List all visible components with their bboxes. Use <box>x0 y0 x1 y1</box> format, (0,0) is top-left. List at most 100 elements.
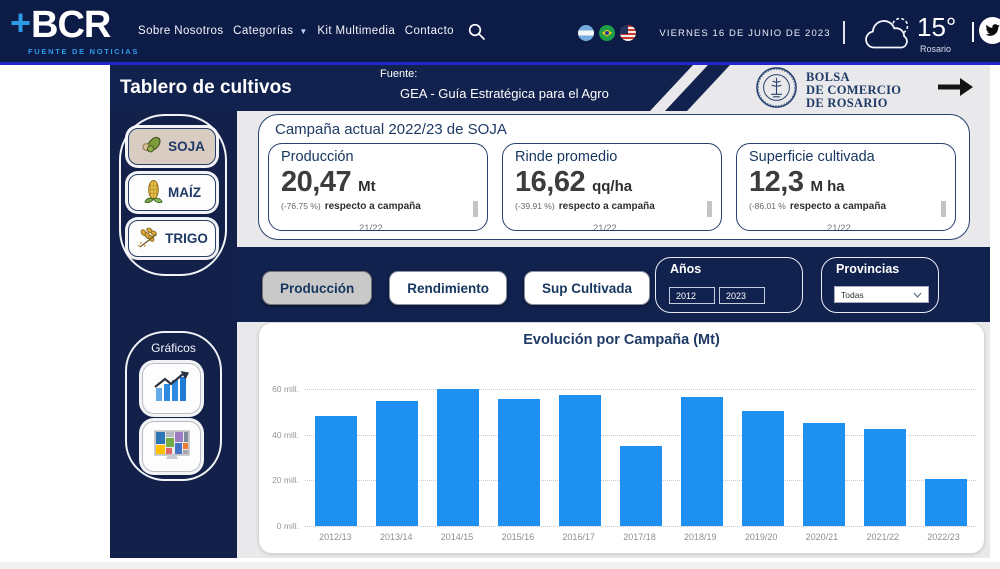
year-to-input[interactable] <box>719 287 765 304</box>
bcr-plus-icon: + <box>10 3 31 43</box>
bar-chart-button[interactable] <box>142 363 201 414</box>
temperature: 15° <box>917 12 956 43</box>
source-label: Fuente: <box>380 68 417 80</box>
chart-bar-2019-20[interactable] <box>742 411 784 526</box>
year-from-input[interactable] <box>669 287 715 304</box>
kpi-value: 20,47 <box>281 166 351 199</box>
forward-arrow-icon[interactable] <box>938 76 974 103</box>
crop-button-trigo[interactable]: TRIGO <box>128 220 216 257</box>
chart-title: Evolución por Campaña (Mt) <box>259 332 984 348</box>
kpi-change-row: (-39.91 %) respecto a campaña <box>515 201 709 212</box>
kpi-card-scrollbar[interactable] <box>941 201 946 217</box>
kpi-change-row: (-86.01 %respecto a campaña <box>749 201 943 212</box>
chart-bar-slot <box>671 397 732 526</box>
bottom-strip <box>0 562 1000 569</box>
crop-button-maiz[interactable]: MAÍZ <box>128 174 216 211</box>
bar-chart-plot: 0 mill.20 mill.40 mill.60 mill. <box>259 366 978 526</box>
kpi-card-scrollbar[interactable] <box>473 201 478 217</box>
bcr-logo[interactable]: + BCR FUENTE DE NOTICIAS <box>10 3 139 56</box>
kpi-change-note-campaign: 21/22 <box>359 223 383 231</box>
tab-rendimiento[interactable]: Rendimiento <box>389 271 507 305</box>
argentina-flag[interactable] <box>578 25 594 41</box>
kpi-card-rinde-promedio: Rinde promedio16,62qq/ha(-39.91 %)respec… <box>502 143 722 231</box>
search-icon[interactable] <box>468 23 485 45</box>
nav-divider <box>843 21 845 44</box>
chart-bar-2014-15[interactable] <box>437 389 479 526</box>
chart-y-tick-label: 60 mill. <box>259 384 299 394</box>
corn-icon <box>143 179 164 207</box>
chart-y-tick-label: 20 mill. <box>259 475 299 485</box>
chart-x-tick-label: 2012/13 <box>305 532 366 542</box>
chart-bar-2016-17[interactable] <box>559 395 601 526</box>
kpi-value-row: 16,62qq/ha <box>515 166 709 199</box>
dashboard-header: Tablero de cultivos Fuente: GEA - Guía E… <box>110 65 990 111</box>
chart-bars <box>305 366 976 526</box>
kpi-change-row: (-76.75 %)respecto a campaña <box>281 201 475 212</box>
graficos-label: Gráficos <box>127 341 220 355</box>
kpi-card-title: Producción <box>281 149 475 165</box>
kpi-unit: M ha <box>810 178 844 195</box>
chart-x-tick-label: 2015/16 <box>487 532 548 542</box>
tab-produccion[interactable]: Producción <box>262 271 372 305</box>
treemap-button[interactable] <box>142 421 201 472</box>
kpi-card-scrollbar[interactable] <box>707 201 712 217</box>
chevron-down-icon <box>913 292 922 298</box>
kpi-change-note-campaign: 21/22 <box>593 223 617 231</box>
chart-x-tick-label: 2019/20 <box>731 532 792 542</box>
chart-bar-2022-23[interactable] <box>925 479 967 526</box>
bcr-org-logo: BOLSA DE COMERCIO DE ROSARIO <box>755 66 901 114</box>
chart-bar-2012-13[interactable] <box>315 416 357 526</box>
kpi-change-note: respecto a campaña <box>325 201 421 212</box>
nav-item-categorias[interactable]: Categorías▼ <box>233 25 308 37</box>
chart-x-tick-label: 2020/21 <box>792 532 853 542</box>
kpi-change-note: respecto a campaña <box>559 201 655 212</box>
bcr-logo-subtitle: FUENTE DE NOTICIAS <box>28 47 139 56</box>
chart-bar-2021-22[interactable] <box>864 429 906 526</box>
kpi-value: 16,62 <box>515 166 585 199</box>
weather-city: Rosario <box>920 44 951 54</box>
tab-sup-cultivada[interactable]: Sup Cultivada <box>524 271 650 305</box>
kpi-unit: Mt <box>358 178 376 195</box>
cloud-sun-icon <box>864 14 914 59</box>
nav-item-sobre-nosotros[interactable]: Sobre Nosotros <box>138 25 224 37</box>
chart-bar-slot <box>427 389 488 526</box>
dashboard: Tablero de cultivos Fuente: GEA - Guía E… <box>110 65 990 558</box>
kpi-change-note: respecto a campaña <box>790 201 886 212</box>
metric-tabs: Producción Rendimiento Sup Cultivada <box>262 271 650 305</box>
usa-flag[interactable] <box>620 25 636 41</box>
current-date: VIERNES 16 DE JUNIO DE 2023 <box>650 28 840 39</box>
campaign-panel: Campaña actual 2022/23 de SOJA Producció… <box>258 114 970 240</box>
chart-x-tick-label: 2022/23 <box>913 532 974 542</box>
crop-selector-group: SOJA MAÍZ TRIGO <box>119 114 227 276</box>
crop-label: MAÍZ <box>168 185 201 200</box>
soy-pod-icon <box>139 134 164 160</box>
chart-x-tick-label: 2018/19 <box>670 532 731 542</box>
kpi-value-row: 20,47 Mt <box>281 166 475 199</box>
brazil-flag[interactable] <box>599 25 615 41</box>
chart-bar-slot <box>793 423 854 526</box>
nav-item-kit-multimedia[interactable]: Kit Multimedia <box>317 25 395 37</box>
chart-bar-2018-19[interactable] <box>681 397 723 526</box>
chart-bar-2020-21[interactable] <box>803 423 845 526</box>
nav-item-contacto[interactable]: Contacto <box>405 25 454 37</box>
chart-bar-2015-16[interactable] <box>498 399 540 526</box>
chart-gridline <box>305 526 976 527</box>
campaign-title: Campaña actual 2022/23 de SOJA <box>275 121 507 138</box>
graficos-group: Gráficos <box>125 331 222 481</box>
language-flags <box>578 25 636 41</box>
chart-card: Evolución por Campaña (Mt) 0 mill.20 mil… <box>258 322 985 554</box>
chart-x-tick-label: 2016/17 <box>548 532 609 542</box>
twitter-icon[interactable] <box>979 17 1000 44</box>
crop-button-soja[interactable]: SOJA <box>128 128 216 165</box>
sidebar: SOJA MAÍZ TRIGO Gráficos <box>110 111 237 558</box>
chart-x-tick-label: 2013/14 <box>366 532 427 542</box>
chart-bar-2017-18[interactable] <box>620 446 662 526</box>
chart-bar-2013-14[interactable] <box>376 401 418 526</box>
chart-x-tick-label: 2014/15 <box>427 532 488 542</box>
kpi-change-pct: (-39.91 %) <box>515 201 555 211</box>
provinces-select[interactable]: Todas <box>834 286 929 303</box>
chart-y-tick-label: 40 mill. <box>259 430 299 440</box>
kpi-cards: Producción20,47 Mt (-76.75 %)respecto a ca… <box>268 143 956 231</box>
main-content: Campaña actual 2022/23 de SOJA Producció… <box>237 111 990 558</box>
social-divider <box>972 22 974 42</box>
